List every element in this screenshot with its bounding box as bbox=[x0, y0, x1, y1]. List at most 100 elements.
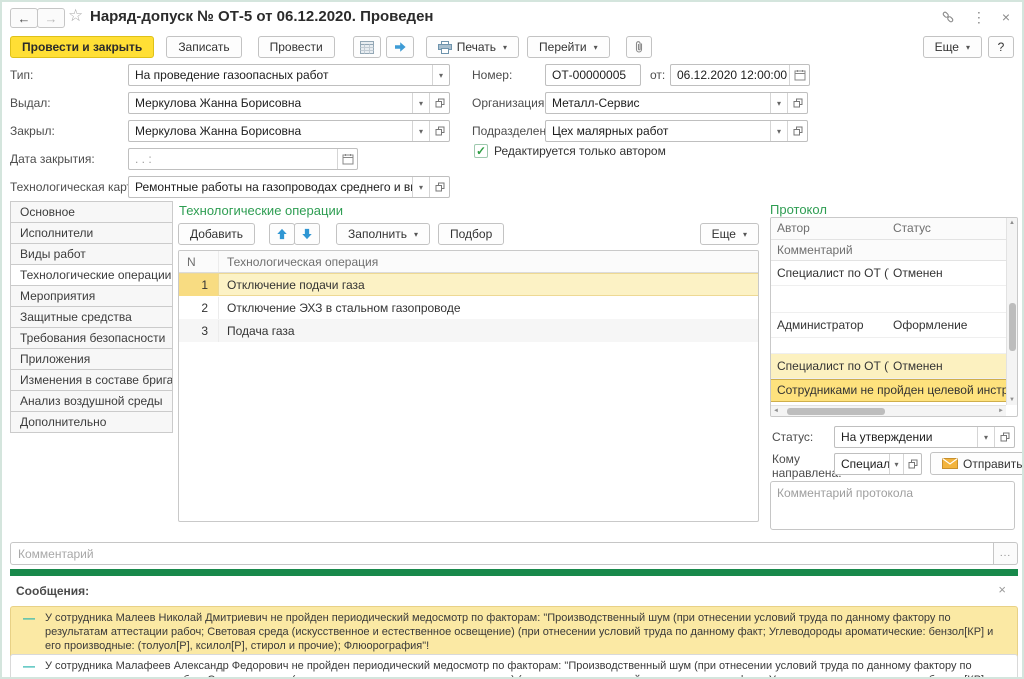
tab-analiz-sredy[interactable]: Анализ воздушной среды bbox=[10, 390, 173, 412]
tech-card-label: Технологическая карта: bbox=[10, 180, 142, 194]
post-button[interactable]: Провести bbox=[258, 36, 335, 58]
send-button[interactable]: Отправить bbox=[930, 452, 1024, 475]
table-row[interactable]: 3 Подача газа bbox=[179, 319, 758, 342]
tab-ispolniteli[interactable]: Исполнители bbox=[10, 222, 173, 244]
message-item[interactable]: — У сотрудника Малафеев Александр Федоро… bbox=[10, 654, 1018, 679]
issued-by-combobox[interactable]: Меркулова Жанна Борисовна ▾ bbox=[128, 92, 450, 114]
favorite-star-icon[interactable]: ☆ bbox=[68, 6, 83, 26]
calendar-icon[interactable] bbox=[337, 149, 357, 169]
attachments-button[interactable] bbox=[626, 36, 652, 58]
move-down-button[interactable] bbox=[294, 223, 320, 245]
closed-by-label: Закрыл: bbox=[10, 124, 55, 138]
back-arrow-icon: ← bbox=[18, 11, 31, 26]
protocol-comment-row[interactable] bbox=[771, 338, 1006, 354]
move-up-button[interactable] bbox=[269, 223, 295, 245]
add-button[interactable]: Добавить bbox=[178, 223, 255, 245]
protocol-selected-comment-row[interactable]: Сотрудниками не пройден целевой инстркта… bbox=[771, 379, 1006, 402]
operations-more-button[interactable]: Еще ▾ bbox=[700, 223, 759, 245]
menu-dots-icon[interactable]: ⋮ bbox=[972, 8, 986, 26]
column-author[interactable]: Автор bbox=[771, 218, 889, 239]
report-structure-button[interactable] bbox=[353, 36, 381, 58]
messages-splitter[interactable] bbox=[10, 569, 1018, 576]
tab-trebovaniya-bezopasnosti[interactable]: Требования безопасности bbox=[10, 327, 173, 349]
author-only-checkbox[interactable]: ✓ Редактируется только автором bbox=[474, 144, 666, 158]
sent-to-combobox[interactable]: Специалис ▾ bbox=[834, 453, 922, 475]
scroll-down-icon[interactable]: ▼ bbox=[1007, 395, 1017, 405]
vertical-scrollbar[interactable]: ▲ ▼ bbox=[1006, 218, 1017, 405]
calendar-icon[interactable] bbox=[789, 65, 809, 85]
scroll-up-icon[interactable]: ▲ bbox=[1007, 218, 1017, 228]
comment-more-button[interactable]: ... bbox=[994, 542, 1018, 565]
close-date-field[interactable]: . . : bbox=[128, 148, 358, 170]
vertical-scroll-thumb[interactable] bbox=[1009, 303, 1016, 351]
type-combobox[interactable]: На проведение газоопасных работ ▾ bbox=[128, 64, 450, 86]
goto-button[interactable]: Перейти ▾ bbox=[527, 36, 610, 58]
comment-input[interactable] bbox=[10, 542, 994, 565]
status-combobox[interactable]: На утверждении ▾ bbox=[834, 426, 1015, 448]
author-only-label: Редактируется только автором bbox=[494, 144, 666, 158]
closed-by-value: Меркулова Жанна Борисовна bbox=[129, 121, 412, 141]
horizontal-scroll-thumb[interactable] bbox=[787, 408, 885, 415]
tab-meropriyatiya[interactable]: Мероприятия bbox=[10, 285, 173, 307]
date-field[interactable]: 06.12.2020 12:00:00 bbox=[670, 64, 810, 86]
help-button[interactable]: ? bbox=[988, 36, 1014, 58]
protocol-row[interactable]: Специалист по ОТ (Т... Отменен bbox=[771, 261, 1006, 286]
back-button[interactable]: ← bbox=[10, 8, 38, 28]
document-movements-button[interactable] bbox=[386, 36, 414, 58]
tab-prilozheniya[interactable]: Приложения bbox=[10, 348, 173, 370]
table-row[interactable]: 2 Отключение ЭХЗ в стальном газопроводе bbox=[179, 296, 758, 319]
closed-by-combobox[interactable]: Меркулова Жанна Борисовна ▾ bbox=[128, 120, 450, 142]
department-combobox[interactable]: Цех малярных работ ▾ bbox=[545, 120, 808, 142]
tab-osnovnoe[interactable]: Основное bbox=[10, 201, 173, 223]
caret-down-icon[interactable]: ▾ bbox=[412, 93, 429, 113]
open-link-icon[interactable] bbox=[903, 454, 921, 474]
tab-izmeneniya-brigady[interactable]: Изменения в составе бригады bbox=[10, 369, 173, 391]
open-link-icon[interactable] bbox=[787, 121, 807, 141]
tech-card-combobox[interactable]: Ремонтные работы на газопроводах среднег… bbox=[128, 176, 450, 198]
close-icon[interactable]: × bbox=[1002, 8, 1010, 26]
scroll-left-icon[interactable]: ◄ bbox=[771, 406, 781, 416]
column-n[interactable]: N bbox=[179, 251, 219, 272]
caret-down-icon[interactable]: ▾ bbox=[770, 121, 787, 141]
open-link-icon[interactable] bbox=[429, 177, 449, 197]
protocol-row[interactable]: Администратор Оформление bbox=[771, 313, 1006, 338]
caret-down-icon[interactable]: ▾ bbox=[770, 93, 787, 113]
organization-combobox[interactable]: Металл-Сервис ▾ bbox=[545, 92, 808, 114]
tab-dopolnitelno[interactable]: Дополнительно bbox=[10, 411, 173, 433]
open-link-icon[interactable] bbox=[787, 93, 807, 113]
tab-zashchitnye-sredstva[interactable]: Защитные средства bbox=[10, 306, 173, 328]
print-button[interactable]: Печать ▾ bbox=[426, 36, 519, 58]
caret-down-icon[interactable]: ▾ bbox=[977, 427, 994, 447]
messages-close-icon[interactable]: × bbox=[998, 582, 1006, 597]
column-operation[interactable]: Технологическая операция bbox=[219, 251, 758, 272]
caret-down-icon[interactable]: ▾ bbox=[432, 65, 449, 85]
tab-vidy-rabot[interactable]: Виды работ bbox=[10, 243, 173, 265]
caret-down-icon[interactable]: ▾ bbox=[412, 177, 429, 197]
caret-down-icon[interactable]: ▾ bbox=[889, 454, 903, 474]
scroll-right-icon[interactable]: ► bbox=[996, 406, 1006, 416]
open-link-icon[interactable] bbox=[994, 427, 1014, 447]
table-row[interactable]: 1 Отключение подачи газа bbox=[179, 273, 758, 296]
tab-tekhnologicheskie-operatsii[interactable]: Технологические операции bbox=[10, 264, 173, 286]
fill-button[interactable]: Заполнить ▾ bbox=[336, 223, 430, 245]
more-label: Еще bbox=[935, 40, 959, 54]
message-item[interactable]: — У сотрудника Малеев Николай Дмитриевич… bbox=[10, 606, 1018, 659]
pick-button[interactable]: Подбор bbox=[438, 223, 504, 245]
open-link-icon[interactable] bbox=[429, 93, 449, 113]
post-and-close-button[interactable]: Провести и закрыть bbox=[10, 36, 154, 58]
forward-button[interactable]: → bbox=[37, 8, 65, 28]
protocol-comment-input[interactable] bbox=[770, 481, 1015, 530]
protocol-row[interactable]: Специалист по ОТ (Т... Отменен bbox=[771, 354, 1006, 379]
open-link-icon[interactable] bbox=[429, 121, 449, 141]
caret-down-icon[interactable]: ▾ bbox=[412, 121, 429, 141]
protocol-comment-row[interactable] bbox=[771, 286, 1006, 313]
column-status[interactable]: Статус bbox=[889, 218, 1006, 239]
more-button[interactable]: Еще ▾ bbox=[923, 36, 982, 58]
horizontal-scrollbar[interactable]: ◄ ► bbox=[771, 405, 1006, 416]
link-icon[interactable] bbox=[940, 10, 956, 24]
column-comment[interactable]: Комментарий bbox=[771, 240, 1006, 260]
post-and-close-label: Провести и закрыть bbox=[22, 40, 142, 54]
number-field[interactable]: ОТ-00000005 bbox=[545, 64, 641, 86]
save-button[interactable]: Записать bbox=[166, 36, 241, 58]
organization-label: Организация: bbox=[472, 96, 548, 110]
